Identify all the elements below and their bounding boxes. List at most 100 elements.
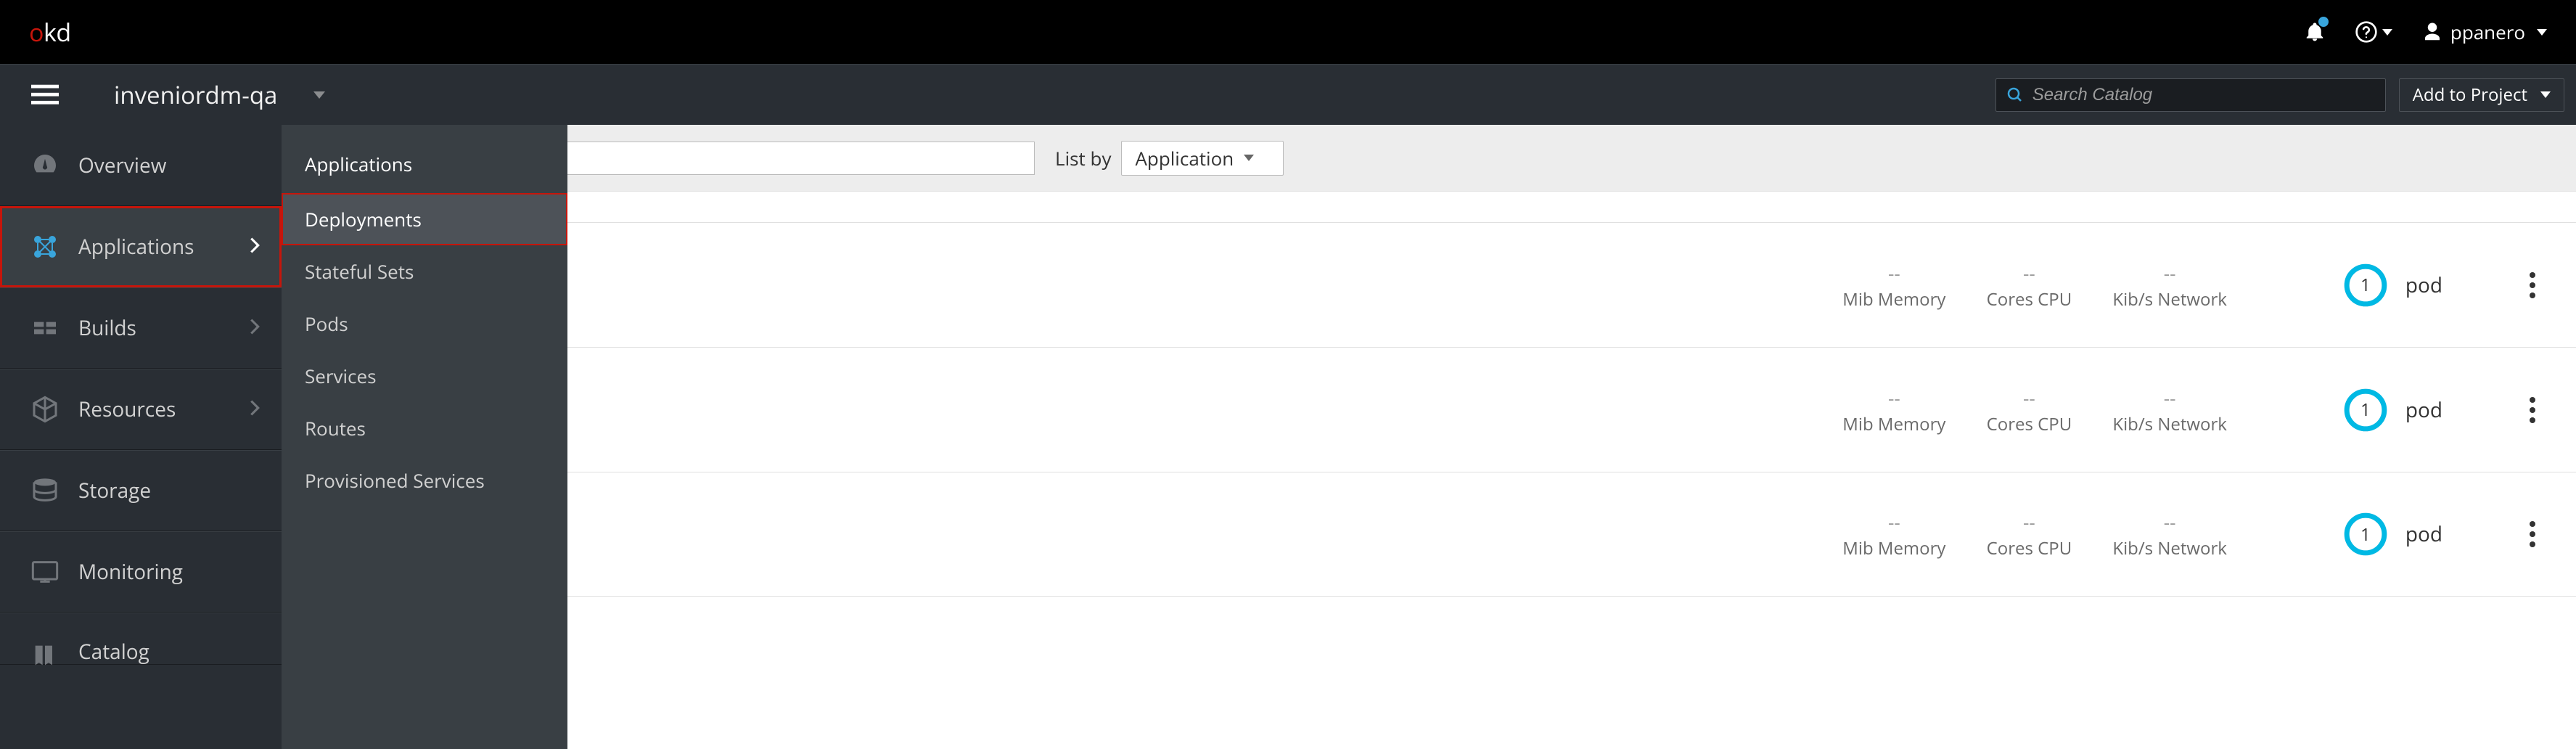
chevron-down-icon <box>2540 91 2551 98</box>
help-icon <box>2355 20 2378 44</box>
chevron-right-icon <box>250 235 260 259</box>
row-actions-menu[interactable] <box>2522 514 2543 554</box>
metric-value: -- <box>1842 259 1945 287</box>
metric-value: -- <box>1982 259 2076 287</box>
storage-icon <box>30 476 60 505</box>
chevron-right-icon <box>250 316 260 340</box>
metric-value: -- <box>1982 508 2076 536</box>
row-actions-menu[interactable] <box>2522 390 2543 430</box>
metric-cpu: -- Cores CPU <box>1982 384 2076 436</box>
masthead-right: ppanero <box>2304 19 2547 45</box>
metric-value: -- <box>2112 508 2226 536</box>
main-content: List by Application -- Mib Memory -- Co <box>282 125 2576 749</box>
sidebar-item-builds[interactable]: Builds <box>0 287 282 369</box>
submenu-item-services[interactable]: Services <box>282 350 567 402</box>
hamburger-icon <box>31 84 59 106</box>
sidebar-item-storage[interactable]: Storage <box>0 450 282 531</box>
sidebar-item-catalog[interactable]: Catalog <box>0 613 282 665</box>
pod-count[interactable]: 1 pod <box>2343 512 2442 557</box>
applications-icon <box>30 232 60 261</box>
pod-ring-icon: 1 <box>2343 263 2388 308</box>
pod-label: pod <box>2405 271 2442 299</box>
sidebar: Overview Applications Builds Resou <box>0 125 282 749</box>
metric-cpu: -- Cores CPU <box>1982 259 2076 311</box>
sidebar-item-label: Catalog <box>78 638 149 666</box>
user-icon <box>2421 21 2443 43</box>
metric-value: -- <box>2112 384 2226 412</box>
submenu-item-provisioned-services[interactable]: Provisioned Services <box>282 454 567 507</box>
user-menu[interactable]: ppanero <box>2421 19 2547 45</box>
list-by-label: List by <box>1055 145 1111 171</box>
help-button[interactable] <box>2355 20 2392 44</box>
body: Overview Applications Builds Resou <box>0 125 2576 749</box>
row-actions-menu[interactable] <box>2522 265 2543 306</box>
submenu-title: Applications <box>282 141 567 193</box>
list-by-group: List by Application <box>1055 141 1284 176</box>
metric-label: Mib Memory <box>1842 412 1945 436</box>
metric-cpu: -- Cores CPU <box>1982 508 2076 560</box>
sidebar-item-overview[interactable]: Overview <box>0 125 282 206</box>
filter-toolbar: List by Application <box>282 125 2576 192</box>
metric-value: -- <box>1842 384 1945 412</box>
brand-logo-kd: kd <box>44 15 71 49</box>
metric-network: -- Kib/s Network <box>2112 384 2226 436</box>
notification-dot <box>2318 17 2329 27</box>
submenu-item-stateful-sets[interactable]: Stateful Sets <box>282 245 567 298</box>
metric-label: Kib/s Network <box>2112 536 2226 560</box>
sidebar-item-resources[interactable]: Resources <box>0 369 282 450</box>
catalog-icon <box>30 641 60 670</box>
project-bar: inveniordm-qa Add to Project <box>0 64 2576 125</box>
brand-logo-o: o <box>29 15 44 49</box>
list-item[interactable]: -- Mib Memory -- Cores CPU -- Kib/s Netw… <box>282 347 2576 472</box>
applications-submenu: Applications Deployments Stateful Sets P… <box>282 125 567 749</box>
pod-ring-icon: 1 <box>2343 512 2388 557</box>
sidebar-item-label: Monitoring <box>78 558 183 586</box>
pod-ring-count: 1 <box>2343 263 2388 308</box>
sidebar-item-label: Resources <box>78 396 176 423</box>
search-catalog-input[interactable] <box>2033 85 2375 105</box>
metrics-group: -- Mib Memory -- Cores CPU -- Kib/s Netw… <box>1842 508 2227 560</box>
list-item[interactable]: -- Mib Memory -- Cores CPU -- Kib/s Netw… <box>282 472 2576 597</box>
submenu-item-routes[interactable]: Routes <box>282 402 567 454</box>
add-to-project-label: Add to Project <box>2413 83 2527 107</box>
monitoring-icon <box>30 557 60 586</box>
pod-count[interactable]: 1 pod <box>2343 388 2442 433</box>
list-item[interactable]: -- Mib Memory -- Cores CPU -- Kib/s Netw… <box>282 222 2576 347</box>
add-to-project-button[interactable]: Add to Project <box>2399 78 2564 112</box>
project-name: inveniordm-qa <box>114 78 277 111</box>
nav-toggle[interactable] <box>0 65 89 125</box>
sidebar-item-applications[interactable]: Applications <box>0 206 282 287</box>
metrics-group: -- Mib Memory -- Cores CPU -- Kib/s Netw… <box>1842 259 2227 311</box>
chevron-down-icon <box>1244 155 1254 161</box>
sidebar-item-monitoring[interactable]: Monitoring <box>0 531 282 613</box>
sidebar-item-label: Applications <box>78 233 194 261</box>
list-by-select[interactable]: Application <box>1121 141 1284 176</box>
brand-logo[interactable]: okd <box>29 15 71 49</box>
search-catalog[interactable] <box>1995 78 2386 112</box>
metric-memory: -- Mib Memory <box>1842 508 1945 560</box>
pod-count[interactable]: 1 pod <box>2343 263 2442 308</box>
pod-ring-count: 1 <box>2343 388 2388 433</box>
metric-label: Kib/s Network <box>2112 287 2226 311</box>
pod-label: pod <box>2405 520 2442 548</box>
project-bar-right: Add to Project <box>1995 78 2576 112</box>
notifications-button[interactable] <box>2304 20 2326 44</box>
search-icon <box>2006 86 2024 104</box>
metric-label: Kib/s Network <box>2112 412 2226 436</box>
submenu-item-deployments[interactable]: Deployments <box>282 193 567 245</box>
pod-ring-icon: 1 <box>2343 388 2388 433</box>
metric-label: Mib Memory <box>1842 287 1945 311</box>
pod-label: pod <box>2405 396 2442 424</box>
deployment-list: -- Mib Memory -- Cores CPU -- Kib/s Netw… <box>282 192 2576 597</box>
metric-network: -- Kib/s Network <box>2112 508 2226 560</box>
dashboard-icon <box>30 151 60 180</box>
metric-memory: -- Mib Memory <box>1842 259 1945 311</box>
chevron-down-icon <box>2537 29 2547 36</box>
sidebar-item-label: Storage <box>78 477 151 504</box>
metric-label: Cores CPU <box>1982 536 2076 560</box>
sidebar-item-label: Overview <box>78 152 166 179</box>
metric-memory: -- Mib Memory <box>1842 384 1945 436</box>
submenu-item-pods[interactable]: Pods <box>282 298 567 350</box>
project-selector[interactable]: inveniordm-qa <box>89 78 325 111</box>
username: ppanero <box>2450 19 2525 45</box>
